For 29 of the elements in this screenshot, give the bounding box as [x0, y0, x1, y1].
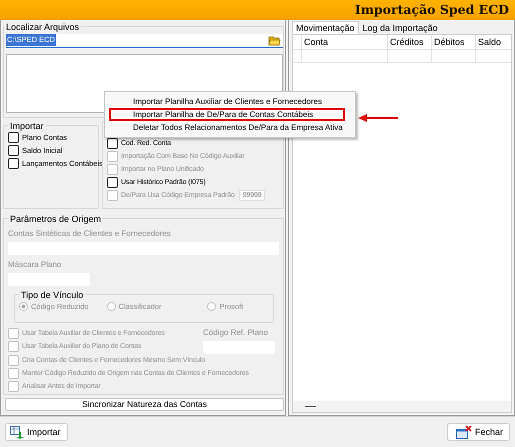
sync-button[interactable]: Sincronizar Natureza das Contas [5, 398, 284, 411]
menu-item[interactable]: Importar Planilha Auxiliar de Clientes e Fornecedores [109, 95, 351, 108]
field-label: Máscara Plano [8, 258, 62, 271]
group-title: Tipo de Vínculo [20, 290, 84, 300]
group-title: Importar [9, 120, 45, 131]
window-title: Importação Sped ECD [354, 2, 509, 18]
close-button[interactable]: Fechar [446, 423, 510, 442]
arrow-icon [358, 114, 398, 122]
tab[interactable]: Movimentação [292, 20, 359, 34]
column-header[interactable]: Saldo [476, 34, 511, 49]
group-title: Localizar Arquivos [5, 22, 80, 32]
checkbox[interactable] [107, 176, 118, 188]
field-label: Código Ref. Plano [203, 326, 269, 339]
checkbox[interactable] [8, 158, 19, 169]
import-button[interactable]: Importar [5, 423, 68, 442]
column-header[interactable]: Débitos [432, 34, 476, 49]
dash-icon [305, 406, 316, 408]
menu-item[interactable]: Importar Planilha de De/Para de Contas Contábeis [109, 108, 345, 121]
checkbox[interactable] [8, 132, 19, 143]
group-title: Parâmetros de Origem [9, 214, 102, 224]
field-label: Contas Sintéticas de Clientes e Fornecedores [8, 228, 172, 240]
column-header[interactable]: Créditos [388, 34, 432, 49]
spreadsheet-icon [10, 426, 24, 439]
close-icon [456, 426, 472, 439]
column-header[interactable]: Conta [302, 34, 388, 49]
checkbox[interactable] [107, 138, 118, 149]
checkbox[interactable] [8, 144, 19, 156]
folder-icon[interactable] [268, 34, 281, 46]
menu-item[interactable]: Deletar Todos Relacionamentos De/Para da Empresa Ativa [109, 121, 351, 134]
